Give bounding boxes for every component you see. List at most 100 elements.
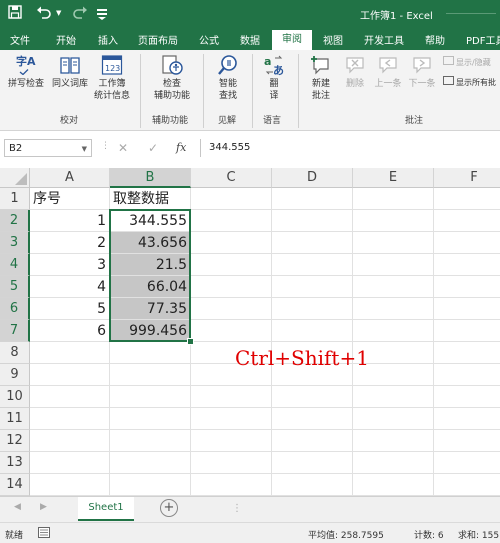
- cell-f6[interactable]: [434, 298, 500, 320]
- name-box-dropdown-icon[interactable]: ▼: [82, 140, 87, 158]
- cell-f14[interactable]: [434, 474, 500, 496]
- previous-comment-button[interactable]: 上一条: [371, 54, 405, 90]
- cell-a10[interactable]: [30, 386, 110, 408]
- name-box[interactable]: B2 ▼: [4, 139, 92, 157]
- column-header-d[interactable]: D: [272, 168, 353, 188]
- redo-icon[interactable]: [72, 5, 88, 23]
- cell-b14[interactable]: [110, 474, 191, 496]
- row-header-9[interactable]: 9: [0, 364, 30, 386]
- cell-e12[interactable]: [353, 430, 434, 452]
- cell-e4[interactable]: [353, 254, 434, 276]
- cell-c13[interactable]: [191, 452, 272, 474]
- cell-a7[interactable]: 6: [30, 320, 110, 342]
- cell-e10[interactable]: [353, 386, 434, 408]
- row-header-5[interactable]: 5: [0, 276, 30, 298]
- row-header-1[interactable]: 1: [0, 188, 30, 210]
- cell-d14[interactable]: [272, 474, 353, 496]
- cell-d3[interactable]: [272, 232, 353, 254]
- cell-a12[interactable]: [30, 430, 110, 452]
- cell-f10[interactable]: [434, 386, 500, 408]
- cell-a5[interactable]: 4: [30, 276, 110, 298]
- row-header-8[interactable]: 8: [0, 342, 30, 364]
- row-header-14[interactable]: 14: [0, 474, 30, 496]
- cell-b10[interactable]: [110, 386, 191, 408]
- next-comment-button[interactable]: 下一条: [405, 54, 439, 90]
- cell-f5[interactable]: [434, 276, 500, 298]
- cell-c4[interactable]: [191, 254, 272, 276]
- cell-d7[interactable]: [272, 320, 353, 342]
- cell-d10[interactable]: [272, 386, 353, 408]
- column-header-c[interactable]: C: [191, 168, 272, 188]
- column-header-b[interactable]: B: [110, 168, 191, 188]
- cell-a2[interactable]: 1: [30, 210, 110, 232]
- cell-e13[interactable]: [353, 452, 434, 474]
- save-icon[interactable]: [8, 5, 22, 23]
- scroll-right-icon[interactable]: ▶: [40, 502, 47, 512]
- tab-developer[interactable]: 开发工具: [364, 32, 404, 47]
- column-header-e[interactable]: E: [353, 168, 434, 188]
- cell-e3[interactable]: [353, 232, 434, 254]
- cell-c1[interactable]: [191, 188, 272, 210]
- delete-comment-button[interactable]: 删除: [340, 54, 370, 90]
- smart-lookup-button[interactable]: 智能 查找: [208, 54, 248, 102]
- cell-e14[interactable]: [353, 474, 434, 496]
- tab-help[interactable]: 帮助: [425, 32, 445, 47]
- cell-a14[interactable]: [30, 474, 110, 496]
- add-sheet-icon[interactable]: +: [160, 499, 178, 517]
- cell-c5[interactable]: [191, 276, 272, 298]
- cell-c10[interactable]: [191, 386, 272, 408]
- cell-e7[interactable]: [353, 320, 434, 342]
- formula-input[interactable]: 344.555: [200, 139, 500, 157]
- cancel-icon[interactable]: ✕: [118, 141, 128, 155]
- cell-e1[interactable]: [353, 188, 434, 210]
- cell-a1[interactable]: 序号: [30, 188, 110, 210]
- cell-b2[interactable]: 344.555: [110, 210, 191, 232]
- tab-view[interactable]: 视图: [323, 32, 343, 47]
- cell-d12[interactable]: [272, 430, 353, 452]
- tab-file[interactable]: 文件: [10, 32, 30, 47]
- cell-c3[interactable]: [191, 232, 272, 254]
- cell-e6[interactable]: [353, 298, 434, 320]
- cell-f9[interactable]: [434, 364, 500, 386]
- spelling-button[interactable]: 字A 拼写检查: [4, 54, 48, 90]
- cell-c12[interactable]: [191, 430, 272, 452]
- tab-review[interactable]: 审阅: [272, 30, 312, 50]
- tab-home[interactable]: 开始: [56, 32, 76, 47]
- row-header-6[interactable]: 6: [0, 298, 30, 320]
- cell-c7[interactable]: [191, 320, 272, 342]
- cell-e11[interactable]: [353, 408, 434, 430]
- cell-b7[interactable]: 999.456: [110, 320, 191, 342]
- cell-c14[interactable]: [191, 474, 272, 496]
- cell-a8[interactable]: [30, 342, 110, 364]
- cell-f1[interactable]: [434, 188, 500, 210]
- cell-a6[interactable]: 5: [30, 298, 110, 320]
- cell-a3[interactable]: 2: [30, 232, 110, 254]
- row-header-3[interactable]: 3: [0, 232, 30, 254]
- cell-b1[interactable]: 取整数据: [110, 188, 191, 210]
- insert-function-icon[interactable]: fx: [176, 141, 186, 154]
- worksheet-grid[interactable]: ABCDEF 1 2 3 4 5 6 7 8 9 10 11 12 13 14 序号 取整数据 1 344.55…: [0, 168, 500, 496]
- cell-e5[interactable]: [353, 276, 434, 298]
- cell-c6[interactable]: [191, 298, 272, 320]
- row-header-7[interactable]: 7: [0, 320, 30, 342]
- cell-b4[interactable]: 21.5: [110, 254, 191, 276]
- undo-icon[interactable]: [36, 5, 52, 23]
- column-header-f[interactable]: F: [434, 168, 500, 188]
- translate-button[interactable]: aあ 翻 译: [256, 54, 292, 102]
- show-all-comments-button[interactable]: 显示所有批: [443, 76, 496, 88]
- workbook-statistics-button[interactable]: 123 工作簿 统计信息: [92, 54, 132, 102]
- cell-f4[interactable]: [434, 254, 500, 276]
- cell-d2[interactable]: [272, 210, 353, 232]
- cell-f13[interactable]: [434, 452, 500, 474]
- cell-b9[interactable]: [110, 364, 191, 386]
- cell-c2[interactable]: [191, 210, 272, 232]
- cell-b3[interactable]: 43.656: [110, 232, 191, 254]
- cell-a9[interactable]: [30, 364, 110, 386]
- row-header-2[interactable]: 2: [0, 210, 30, 232]
- fill-handle[interactable]: [187, 338, 194, 345]
- cell-d11[interactable]: [272, 408, 353, 430]
- tab-formulas[interactable]: 公式: [199, 32, 219, 47]
- cell-a13[interactable]: [30, 452, 110, 474]
- cell-c11[interactable]: [191, 408, 272, 430]
- cell-b11[interactable]: [110, 408, 191, 430]
